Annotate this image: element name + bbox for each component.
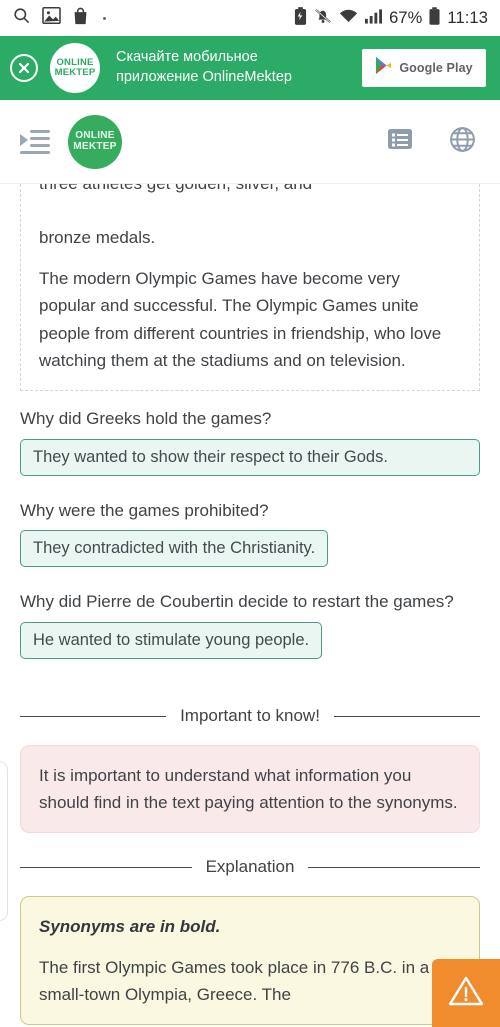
report-problem-button[interactable] [432, 959, 500, 1027]
wifi-icon [339, 8, 358, 29]
app-logo-line1: ONLINE [75, 130, 115, 141]
promo-banner[interactable]: ONLINE MEKTEP Скачайте мобильное приложе… [0, 36, 500, 100]
close-icon[interactable] [10, 54, 38, 82]
app-header-actions [387, 126, 476, 158]
mute-bell-icon [314, 7, 332, 30]
hamburger-menu-icon[interactable] [20, 129, 50, 154]
important-divider: Important to know! [20, 704, 480, 729]
divider-line-left [20, 715, 167, 717]
onlinemektep-logo[interactable]: ONLINE MEKTEP [68, 114, 122, 169]
divider-line-left [20, 866, 192, 868]
question-item: Why were the games prohibited? They cont… [20, 499, 480, 591]
divider-label: Important to know! [180, 705, 320, 725]
battery-icon [429, 6, 440, 30]
app-screen: 67% 11:13 ONLINE MEKTEP Скачайте мобильн… [0, 0, 500, 1027]
explanation-divider: Explanation [20, 855, 480, 880]
status-bar-right-icons: 67% 11:13 [294, 6, 488, 30]
google-play-icon [375, 56, 392, 80]
explanation-box: Synonyms are in bold. The first Olympic … [20, 895, 480, 1026]
shopping-bag-icon [72, 7, 89, 30]
divider-line-right [333, 715, 480, 717]
banner-logo-line2: MEKTEP [54, 67, 96, 78]
important-to-know-box: It is important to understand what infor… [20, 744, 480, 833]
status-bar: 67% 11:13 [0, 0, 500, 36]
offscreen-card-edge [0, 761, 8, 921]
question-prompt: Why were the games prohibited? [20, 500, 269, 520]
search-icon [12, 6, 31, 30]
passage-paragraph-2: The modern Olympic Games have become ver… [39, 269, 442, 370]
question-item: Why did Pierre de Coubertin decide to re… [20, 590, 480, 682]
app-logo-line2: MEKTEP [73, 140, 117, 152]
question-list: Why did Greeks hold the games? They want… [20, 407, 480, 682]
banner-text-line1: Скачайте мобильное [116, 49, 258, 66]
question-prompt: Why did Pierre de Coubertin decide to re… [20, 592, 454, 612]
banner-text-line2: приложение OnlineMektep [116, 69, 292, 85]
answer-field[interactable]: They contradicted with the Christianity. [20, 530, 329, 568]
image-icon [42, 7, 61, 29]
list-view-icon[interactable] [387, 126, 413, 157]
clock-label: 11:13 [447, 8, 488, 27]
google-play-button[interactable]: Google Play [362, 49, 486, 87]
lesson-content: three athletes get golden, silver, and b… [0, 184, 500, 1026]
banner-text: Скачайте мобильное приложение OnlineMekt… [116, 48, 362, 87]
passage-paragraph-1-tail: bronze medals. [39, 228, 156, 247]
passage-clipped-line: three athletes get golden, silver, and [39, 184, 461, 210]
explanation-body: The first Olympic Games took place in 77… [39, 957, 430, 1004]
app-header: ONLINE MEKTEP [0, 100, 500, 184]
explanation-bold-title: Synonyms are in bold. [39, 916, 221, 936]
globe-language-icon[interactable] [449, 126, 476, 158]
answer-field[interactable]: They wanted to show their respect to the… [20, 438, 480, 476]
question-prompt: Why did Greeks hold the games? [20, 408, 272, 428]
notification-dot-icon [103, 16, 106, 20]
onlinemektep-logo-banner: ONLINE MEKTEP [50, 43, 100, 93]
warning-triangle-icon [448, 974, 484, 1012]
reading-passage: three athletes get golden, silver, and b… [20, 184, 480, 391]
question-item: Why did Greeks hold the games? They want… [20, 407, 480, 499]
divider-line-right [308, 866, 480, 868]
divider-label: Explanation [205, 856, 295, 876]
signal-bars-icon [365, 8, 383, 29]
battery-percent-label: 67% [389, 8, 423, 27]
battery-saver-icon [294, 6, 307, 30]
google-play-label: Google Play [399, 61, 473, 75]
status-bar-left-icons [12, 6, 106, 30]
answer-field[interactable]: He wanted to stimulate young people. [20, 621, 323, 659]
